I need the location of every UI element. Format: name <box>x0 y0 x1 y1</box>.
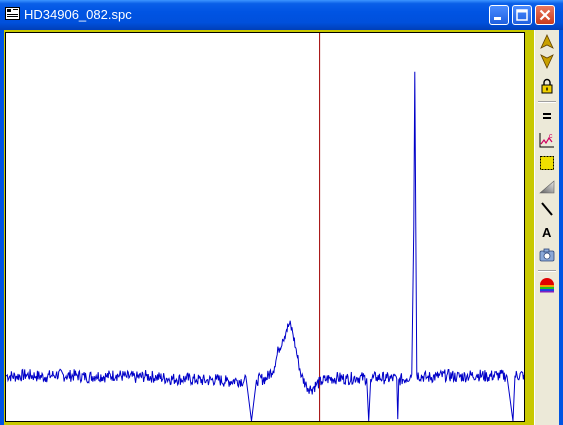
scroll-up-button[interactable] <box>538 33 556 51</box>
lock-button[interactable] <box>538 77 556 95</box>
camera-button[interactable] <box>538 246 556 264</box>
maximize-icon <box>516 9 528 21</box>
spectrum-window: HD34906_082.spc c A <box>0 0 563 425</box>
close-icon <box>539 9 551 21</box>
select-region-button[interactable] <box>538 154 556 172</box>
spectrum-chart[interactable] <box>6 33 524 421</box>
gradient-icon <box>539 180 555 194</box>
plot-client-area <box>4 30 559 425</box>
line-tool-icon <box>541 202 553 216</box>
spectrum-series-line <box>6 71 524 421</box>
spectrum-plot[interactable] <box>5 32 525 422</box>
arrow-down-icon <box>540 54 554 69</box>
toolbar-separator <box>538 101 556 103</box>
palette-button[interactable] <box>538 276 556 294</box>
close-button[interactable] <box>535 5 555 25</box>
gradient-button[interactable] <box>538 177 556 195</box>
line-tool-button[interactable] <box>538 200 556 218</box>
window-title: HD34906_082.spc <box>24 7 132 22</box>
minimize-button[interactable] <box>489 5 509 25</box>
toolbar-separator <box>538 270 556 272</box>
scroll-down-button[interactable] <box>538 52 556 70</box>
plot-toolbar: c A <box>534 30 559 425</box>
app-icon[interactable] <box>5 6 20 21</box>
arrow-up-icon <box>540 34 554 49</box>
select-region-icon <box>540 156 554 170</box>
minimize-icon <box>494 17 501 20</box>
equals-icon <box>543 113 551 119</box>
plot-options-button[interactable]: c <box>538 131 556 149</box>
svg-text:c: c <box>549 133 553 140</box>
text-tool-label: A <box>542 225 552 240</box>
rainbow-palette-icon <box>540 278 554 293</box>
text-tool-button[interactable]: A <box>538 223 556 241</box>
lock-icon <box>541 78 553 94</box>
title-bar[interactable]: HD34906_082.spc <box>0 0 563 30</box>
plot-options-icon: c <box>539 133 554 148</box>
camera-icon <box>539 248 555 262</box>
text-tool-icon: A <box>542 225 552 240</box>
maximize-button[interactable] <box>512 5 532 25</box>
equals-button[interactable] <box>538 107 556 125</box>
window-frame-right <box>559 30 563 425</box>
